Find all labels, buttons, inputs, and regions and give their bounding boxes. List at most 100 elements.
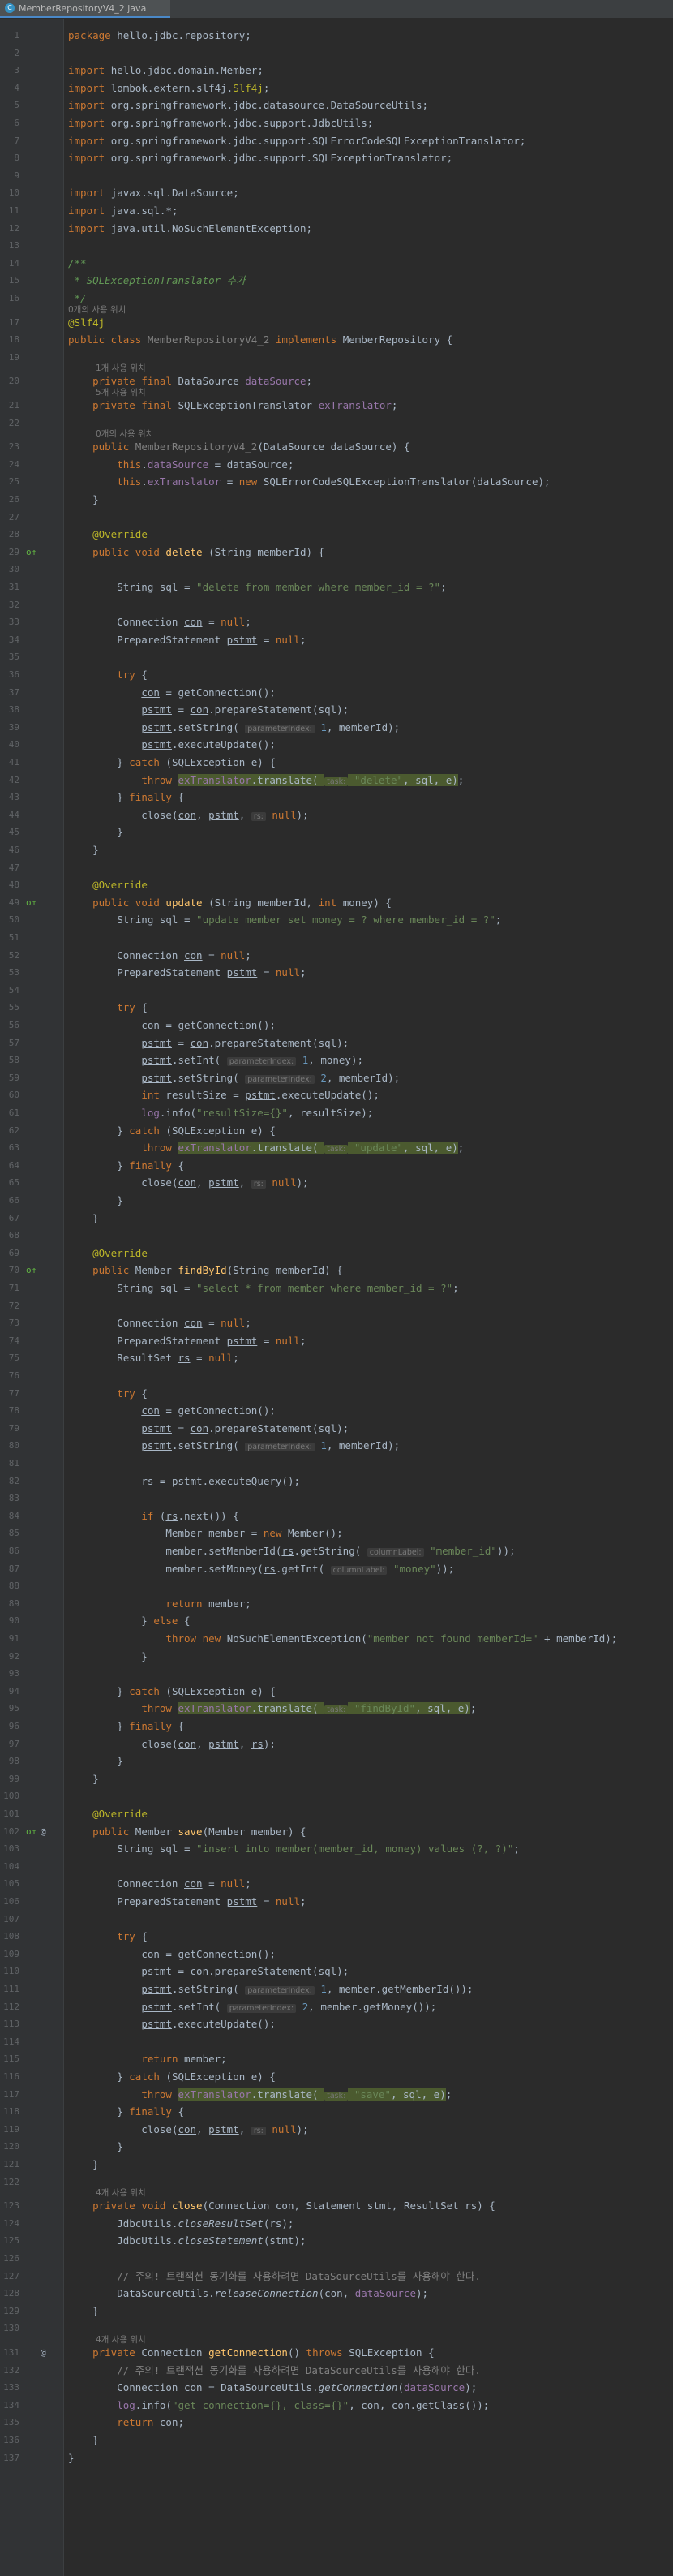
code-line[interactable]: 46 } [0,841,673,859]
code-line[interactable]: 95 throw exTranslator.translate( task: "… [0,1700,673,1718]
code-line[interactable]: 69 @Override [0,1245,673,1262]
code-line[interactable]: 23 public MemberRepositoryV4_2(DataSourc… [0,438,673,456]
code-line[interactable]: 65 close(con, pstmt, rs: null); [0,1174,673,1192]
code-line[interactable]: 120 } [0,2138,673,2156]
code-line[interactable]: 90 } else { [0,1612,673,1630]
code-line[interactable]: 116 } catch (SQLException e) { [0,2068,673,2086]
code-line[interactable]: 124 JdbcUtils.closeResultSet(rs); [0,2215,673,2233]
code-line[interactable]: 106 PreparedStatement pstmt = null; [0,1893,673,1911]
code-line[interactable]: 99 } [0,1770,673,1788]
code-line[interactable]: 35 [0,648,673,666]
code-line[interactable]: 127 // 주의! 트랜잭션 동기화를 사용하려면 DataSourceUti… [0,2268,673,2286]
code-line[interactable]: 29 o↑ public void delete (String memberId… [0,544,673,561]
annotation-marker-icon[interactable]: @ [41,1823,52,1841]
code-line[interactable]: 80 pstmt.setString( parameterIndex: 1, m… [0,1437,673,1455]
code-line[interactable]: 32 [0,596,673,614]
code-line[interactable]: 107 [0,1911,673,1929]
code-line[interactable]: 37 con = getConnection(); [0,684,673,702]
code-line[interactable]: 82 rs = pstmt.executeQuery(); [0,1473,673,1490]
code-editor[interactable]: 1 package hello.jdbc.repository; 2 3 import … [0,19,673,2576]
code-line[interactable]: 52 Connection con = null; [0,947,673,965]
code-line[interactable]: 33 Connection con = null; [0,613,673,631]
code-line[interactable]: 45 } [0,824,673,841]
code-line[interactable]: 15 * SQLExceptionTranslator 추가 [0,272,673,290]
code-line[interactable]: 17 @Slf4j [0,314,673,332]
tab-file[interactable]: C MemberRepositoryV4_2.java [0,0,170,18]
code-line[interactable]: 48 @Override [0,876,673,894]
code-line[interactable]: 64 } finally { [0,1157,673,1175]
code-line[interactable]: 67 } [0,1210,673,1228]
code-line[interactable]: 72 [0,1297,673,1315]
code-line[interactable]: 73 Connection con = null; [0,1314,673,1332]
code-line[interactable]: 112 pstmt.setInt( parameterIndex: 2, mem… [0,1998,673,2016]
code-line[interactable]: 128 DataSourceUtils.releaseConnection(co… [0,2285,673,2303]
code-line[interactable]: 121 } [0,2156,673,2174]
code-line[interactable]: 38 pstmt = con.prepareStatement(sql); [0,701,673,719]
code-line[interactable]: 75 ResultSet rs = null; [0,1349,673,1367]
code-line[interactable]: 68 [0,1227,673,1245]
code-line[interactable]: 43 } finally { [0,789,673,806]
code-line[interactable]: 105 Connection con = null; [0,1875,673,1893]
code-line[interactable]: 93 [0,1665,673,1683]
code-line[interactable]: 4 import lombok.extern.slf4j.Slf4j; [0,80,673,97]
code-line[interactable]: 21 private final SQLExceptionTranslator … [0,397,673,415]
code-line[interactable]: 5 import org.springframework.jdbc.datasou… [0,97,673,114]
code-line[interactable]: 59 pstmt.setString( parameterIndex: 2, m… [0,1069,673,1087]
code-line[interactable]: 135 return con; [0,2414,673,2432]
code-line[interactable]: 7 import org.springframework.jdbc.support… [0,132,673,150]
code-line[interactable]: 123 private void close(Connection con, S… [0,2197,673,2215]
override-marker-icon[interactable]: o↑ [26,1823,37,1841]
code-line[interactable]: 132 // 주의! 트랜잭션 동기화를 사용하려면 DataSourceUti… [0,2362,673,2380]
code-line[interactable]: 102 o↑ @ public Member save(Member member)… [0,1823,673,1841]
code-line[interactable]: 58 pstmt.setInt( parameterIndex: 1, mone… [0,1051,673,1069]
code-line[interactable]: 40 pstmt.executeUpdate(); [0,736,673,754]
code-line[interactable]: 110 pstmt = con.prepareStatement(sql); [0,1963,673,1980]
code-line[interactable]: 78 con = getConnection(); [0,1402,673,1420]
code-line[interactable]: 8 import org.springframework.jdbc.support… [0,149,673,167]
override-marker-icon[interactable]: o↑ [26,544,37,561]
code-line[interactable]: 24 this.dataSource = dataSource; [0,456,673,474]
code-line[interactable]: 56 con = getConnection(); [0,1017,673,1034]
code-line[interactable]: 6 import org.springframework.jdbc.support… [0,114,673,132]
code-line[interactable]: 62 } catch (SQLException e) { [0,1122,673,1140]
code-line[interactable]: 137} [0,2449,673,2467]
code-line[interactable]: 10 import javax.sql.DataSource; [0,184,673,202]
code-line[interactable]: 50 String sql = "update member set money… [0,911,673,929]
code-line[interactable]: 92 } [0,1648,673,1666]
code-line[interactable]: 57 pstmt = con.prepareStatement(sql); [0,1034,673,1052]
code-line[interactable]: 104 [0,1858,673,1876]
code-line[interactable]: 36 try { [0,666,673,684]
code-line[interactable]: 9 [0,167,673,185]
code-line[interactable]: 71 String sql = "select * from member wh… [0,1279,673,1297]
override-marker-icon[interactable]: o↑ [26,1262,37,1279]
code-line[interactable]: 114 [0,2033,673,2051]
annotation-marker-icon[interactable]: @ [41,2344,52,2362]
code-line[interactable]: 85 Member member = new Member(); [0,1525,673,1542]
code-line[interactable]: 30 [0,561,673,578]
code-line[interactable]: 134 log.info("get connection={}, class={… [0,2397,673,2415]
code-line[interactable]: 66 } [0,1192,673,1210]
code-line[interactable]: 86 member.setMemberId(rs.getString( colu… [0,1542,673,1560]
code-line[interactable]: 44 close(con, pstmt, rs: null); [0,806,673,824]
code-line[interactable]: 61 log.info("resultSize={}", resultSize)… [0,1104,673,1122]
code-line[interactable]: 13 [0,237,673,255]
code-line[interactable]: 81 [0,1455,673,1473]
code-line[interactable]: 12 import java.util.NoSuchElementExceptio… [0,220,673,238]
code-line[interactable]: 126 [0,2250,673,2268]
code-line[interactable]: 51 [0,929,673,947]
code-line[interactable]: 100 [0,1787,673,1805]
code-line[interactable]: 63 throw exTranslator.translate( task: "… [0,1139,673,1157]
code-line[interactable]: 1 package hello.jdbc.repository; [0,27,673,45]
code-line[interactable]: 70 o↑ public Member findById(String membe… [0,1262,673,1279]
code-line[interactable]: 76 [0,1367,673,1385]
code-line[interactable]: 131 @ private Connection getConnection() … [0,2344,673,2362]
code-line[interactable]: 39 pstmt.setString( parameterIndex: 1, m… [0,719,673,737]
code-line[interactable]: 41 } catch (SQLException e) { [0,754,673,772]
code-line[interactable]: 77 try { [0,1385,673,1403]
code-line[interactable]: 97 close(con, pstmt, rs); [0,1735,673,1753]
code-line[interactable]: 96 } finally { [0,1718,673,1735]
code-line[interactable]: 119 close(con, pstmt, rs: null); [0,2121,673,2139]
code-line[interactable]: 129 } [0,2303,673,2320]
code-line[interactable]: 113 pstmt.executeUpdate(); [0,2015,673,2033]
code-line[interactable]: 79 pstmt = con.prepareStatement(sql); [0,1420,673,1438]
